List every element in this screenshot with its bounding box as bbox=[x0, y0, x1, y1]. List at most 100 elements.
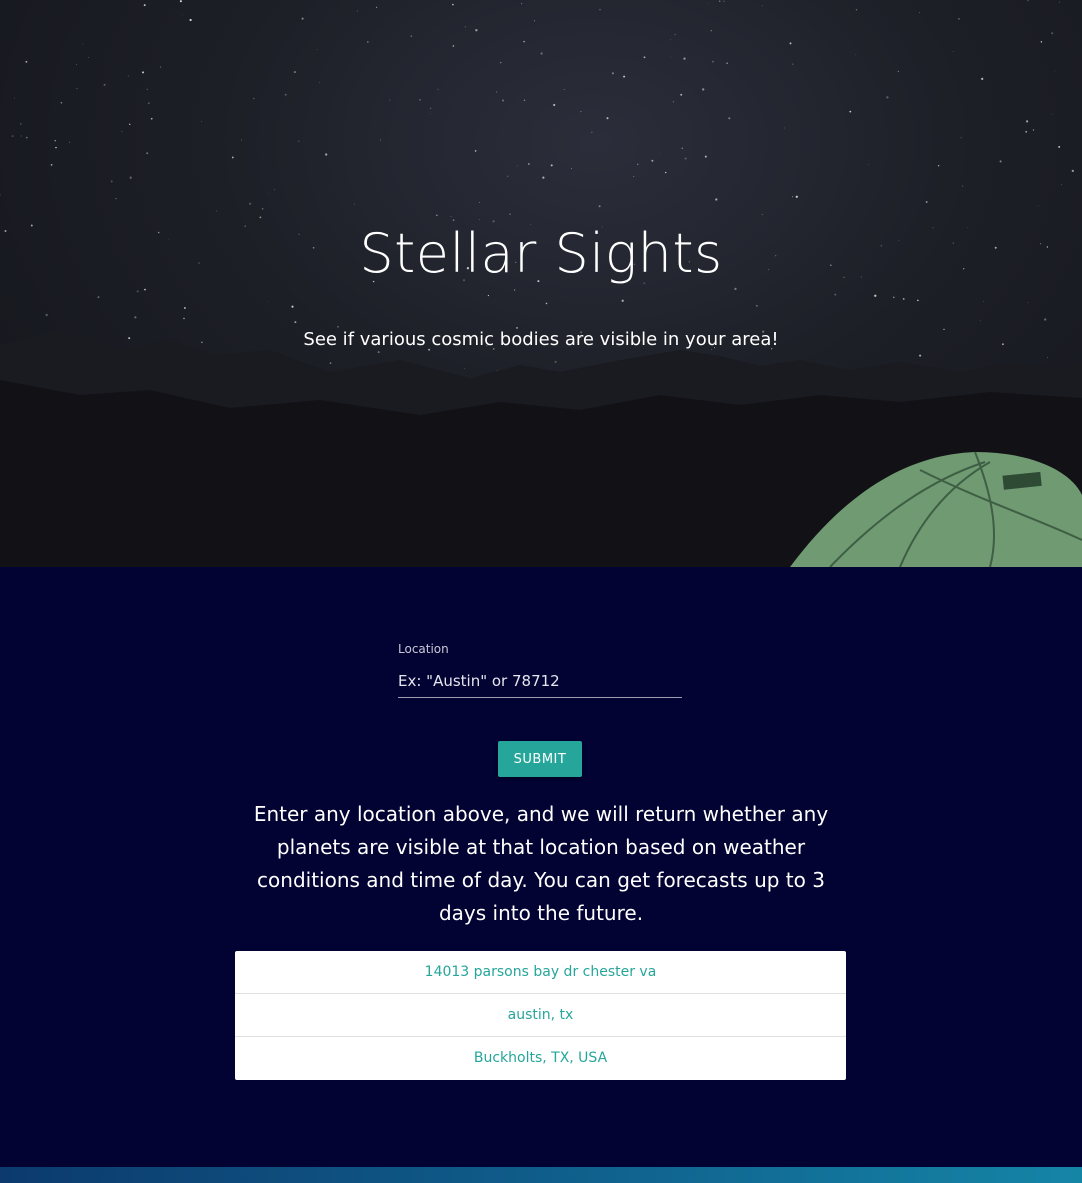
footer-strip bbox=[0, 1167, 1082, 1183]
star bbox=[704, 155, 707, 158]
star bbox=[147, 102, 150, 105]
submit-button[interactable]: SUBMIT bbox=[498, 741, 582, 777]
star bbox=[961, 185, 964, 187]
star bbox=[606, 117, 609, 120]
star bbox=[514, 289, 516, 291]
star bbox=[516, 165, 518, 167]
star bbox=[783, 127, 785, 129]
star bbox=[136, 290, 139, 293]
star bbox=[981, 77, 984, 81]
star bbox=[1046, 356, 1049, 358]
star bbox=[25, 136, 28, 139]
star bbox=[669, 56, 671, 58]
history-item[interactable]: 14013 parsons bay dr chester va bbox=[235, 951, 846, 994]
star bbox=[475, 29, 478, 32]
star bbox=[623, 75, 626, 78]
star bbox=[723, 0, 725, 2]
history-item[interactable]: austin, tx bbox=[235, 994, 846, 1037]
star bbox=[45, 313, 48, 317]
star bbox=[464, 26, 466, 28]
star bbox=[316, 49, 318, 50]
star bbox=[958, 18, 960, 20]
star bbox=[19, 123, 22, 125]
star bbox=[523, 40, 525, 43]
star bbox=[1037, 205, 1039, 207]
star bbox=[834, 293, 837, 296]
star bbox=[366, 40, 369, 43]
star bbox=[715, 198, 718, 201]
star bbox=[60, 101, 63, 104]
star bbox=[580, 110, 582, 113]
star bbox=[542, 176, 545, 179]
star bbox=[76, 88, 78, 90]
star bbox=[452, 219, 455, 222]
star bbox=[437, 88, 439, 90]
star bbox=[792, 63, 794, 65]
star bbox=[707, 2, 709, 4]
star bbox=[683, 57, 686, 60]
star bbox=[452, 45, 455, 47]
star bbox=[301, 17, 304, 20]
star bbox=[1058, 1, 1060, 3]
star bbox=[248, 202, 252, 205]
star bbox=[284, 93, 287, 96]
star bbox=[1071, 169, 1074, 173]
star bbox=[886, 96, 889, 99]
star bbox=[509, 213, 511, 216]
star bbox=[231, 156, 234, 159]
star bbox=[651, 159, 654, 162]
star bbox=[554, 360, 557, 364]
star bbox=[499, 61, 502, 64]
history-item[interactable]: Buckholts, TX, USA bbox=[235, 1037, 846, 1080]
star bbox=[273, 189, 275, 191]
star bbox=[182, 14, 183, 16]
star bbox=[1061, 184, 1062, 186]
star bbox=[410, 35, 413, 37]
location-input[interactable] bbox=[398, 664, 682, 698]
star bbox=[141, 71, 145, 74]
star bbox=[215, 210, 218, 212]
star bbox=[419, 99, 421, 101]
star bbox=[521, 3, 523, 5]
star bbox=[523, 99, 526, 101]
star bbox=[897, 70, 899, 73]
star bbox=[598, 205, 601, 208]
star bbox=[452, 3, 454, 6]
star bbox=[545, 302, 548, 305]
star bbox=[528, 163, 530, 165]
star bbox=[672, 101, 675, 103]
star bbox=[1027, 0, 1029, 2]
star bbox=[728, 117, 731, 120]
star bbox=[160, 66, 162, 68]
description-text: Enter any location above, and we will re… bbox=[253, 802, 829, 925]
star bbox=[1054, 70, 1055, 72]
hero-banner: Stellar Sights See if various cosmic bod… bbox=[0, 0, 1082, 567]
star bbox=[533, 20, 536, 22]
star bbox=[144, 288, 146, 291]
star bbox=[919, 354, 922, 357]
star bbox=[893, 296, 895, 299]
star bbox=[115, 197, 117, 200]
star bbox=[11, 135, 14, 138]
star bbox=[761, 5, 763, 7]
star bbox=[849, 110, 852, 113]
star bbox=[540, 52, 543, 55]
star bbox=[50, 163, 53, 166]
star bbox=[674, 33, 676, 36]
star bbox=[325, 153, 328, 156]
star bbox=[507, 175, 509, 177]
star bbox=[377, 351, 380, 354]
star bbox=[150, 117, 153, 120]
star bbox=[702, 88, 705, 91]
star bbox=[1051, 32, 1054, 35]
star bbox=[680, 93, 683, 96]
star bbox=[496, 91, 498, 93]
star bbox=[429, 113, 431, 114]
star bbox=[1027, 302, 1029, 303]
location-label: Location bbox=[398, 642, 449, 656]
star bbox=[918, 12, 920, 13]
star bbox=[464, 367, 466, 369]
star bbox=[357, 10, 359, 12]
star bbox=[82, 43, 83, 45]
star bbox=[960, 137, 962, 139]
